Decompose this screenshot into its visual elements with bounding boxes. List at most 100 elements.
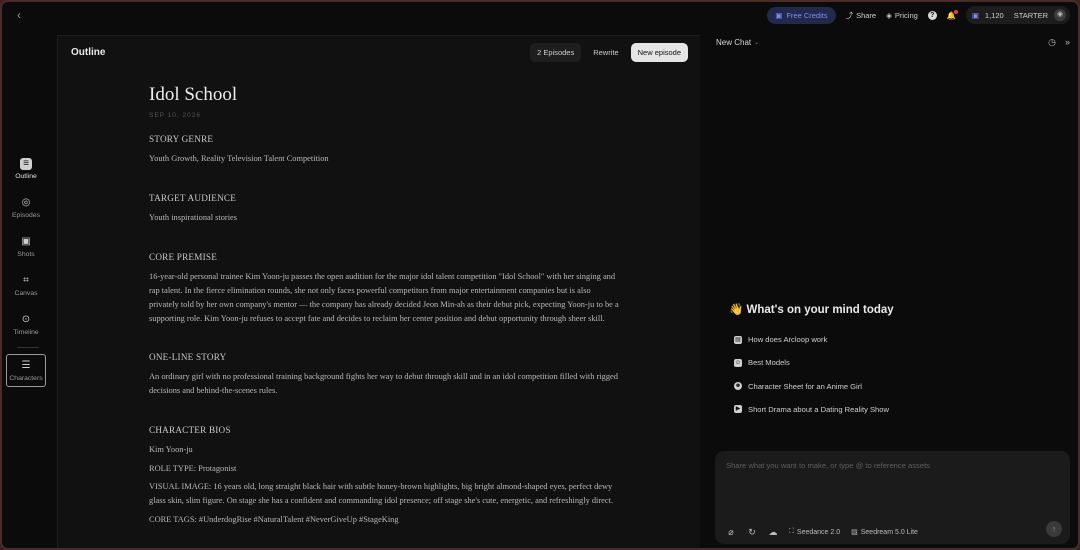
document-actions: 2 Episodes Rewrite New episode bbox=[530, 43, 688, 62]
chat-title-dropdown[interactable]: New Chat ⌄ bbox=[716, 38, 759, 47]
top-bar-actions: ▣ Free Credits ⤴ Share ◈ Pricing ? 🔔 ▣ 1… bbox=[767, 6, 1070, 24]
cloud-icon[interactable]: ☁ bbox=[768, 527, 778, 537]
user-avatar-icon[interactable]: ◉ bbox=[1054, 9, 1066, 21]
gift-icon: ▣ bbox=[775, 10, 783, 20]
send-arrow-icon[interactable]: ↑ bbox=[1046, 521, 1062, 537]
sidebar-item-label: Timeline bbox=[13, 328, 39, 336]
wave-emoji-icon: 👋 bbox=[729, 304, 744, 316]
suggestion-label: Character Sheet for an Anime Girl bbox=[748, 381, 862, 391]
image-model-icon: ▨ bbox=[851, 529, 858, 536]
share-icon: ⤴ bbox=[845, 10, 854, 20]
sidebar-divider bbox=[17, 347, 39, 348]
free-credits-label: Free Credits bbox=[786, 10, 828, 20]
collapse-panel-icon[interactable]: » bbox=[1065, 37, 1070, 48]
greeting-text: What's on your mind today bbox=[746, 304, 894, 316]
episodes-count-button[interactable]: 2 Episodes bbox=[530, 43, 582, 62]
image-model-selector[interactable]: ▨ Seedream 5.0 Lite bbox=[851, 528, 918, 537]
sidebar-item-outline[interactable]: ≡ Outline bbox=[6, 152, 46, 185]
suggestion-item[interactable]: ☺ Best Models bbox=[734, 357, 889, 368]
app-window: ‹ ▣ Free Credits ⤴ Share ◈ Pricing ? 🔔 ▣… bbox=[0, 0, 1080, 550]
section-one-line-story: ONE-LINE STORY An ordinary girl with no … bbox=[149, 352, 621, 398]
share-label: Share bbox=[856, 10, 877, 20]
chat-input[interactable] bbox=[726, 461, 1056, 491]
sidebar-item-timeline[interactable]: ⊙ Timeline bbox=[6, 308, 46, 341]
characters-icon: ☰ bbox=[21, 359, 31, 371]
chat-panel: New Chat ⌄ ◷ » 👋 What's on your mind tod… bbox=[701, 28, 1078, 548]
character-tags: CORE TAGS: #UnderdogRise #NaturalTalent … bbox=[149, 514, 399, 524]
attach-paperclip-icon[interactable]: ⌀ bbox=[726, 527, 736, 537]
sidebar-item-label: Outline bbox=[15, 172, 37, 180]
suggestion-label: Short Drama about a Dating Reality Show bbox=[748, 404, 889, 414]
refresh-icon[interactable]: ↻ bbox=[747, 527, 757, 537]
section-text: Youth Growth, Reality Television Talent … bbox=[149, 154, 329, 163]
section-audience: TARGET AUDIENCE Youth inspirational stor… bbox=[149, 193, 621, 225]
timeline-icon: ⊙ bbox=[21, 313, 31, 325]
pricing-icon: ◈ bbox=[886, 10, 892, 20]
section-text: Youth inspirational stories bbox=[149, 212, 238, 222]
greeting-heading: 👋 What's on your mind today bbox=[729, 302, 894, 316]
story-date: SEP 10, 2026 bbox=[149, 112, 201, 119]
video-model-label: Seedance 2.0 bbox=[796, 528, 841, 536]
sidebar-item-episodes[interactable]: ◎ Episodes bbox=[6, 191, 46, 224]
document-body: Idol School SEP 10, 2026 STORY GENRE You… bbox=[149, 84, 621, 548]
character-visual: VISUAL IMAGE: 16 years old, long straigh… bbox=[149, 482, 614, 506]
account-menu[interactable]: ▣ 1,120 STARTER ◉ bbox=[965, 6, 1070, 24]
top-bar: ‹ ▣ Free Credits ⤴ Share ◈ Pricing ? 🔔 ▣… bbox=[2, 2, 1078, 28]
outline-document-panel: Outline 2 Episodes Rewrite New episode I… bbox=[57, 35, 700, 548]
section-heading: CORE PREMISE bbox=[149, 251, 217, 262]
section-heading: TARGET AUDIENCE bbox=[149, 192, 237, 203]
section-heading: ONE-LINE STORY bbox=[149, 352, 227, 363]
composer-toolbar: ⌀ ↻ ☁ ⛶ Seedance 2.0 ▨ Seedream 5.0 Lite bbox=[726, 527, 918, 537]
credit-count: 1,120 bbox=[984, 10, 1004, 20]
suggestion-list: ▤ How does Arcloop work ☺ Best Models ☻ … bbox=[734, 334, 889, 427]
back-arrow-icon[interactable]: ‹ bbox=[12, 8, 26, 22]
chat-composer: ⌀ ↻ ☁ ⛶ Seedance 2.0 ▨ Seedream 5.0 Lite… bbox=[715, 451, 1070, 544]
notification-bell-icon[interactable]: 🔔 bbox=[947, 9, 958, 20]
suggestion-item[interactable]: ▤ How does Arcloop work bbox=[734, 334, 889, 345]
left-sidebar: ≡ Outline ◎ Episodes ▣ Shots ⌗ Canvas ⊙ … bbox=[6, 152, 50, 393]
sidebar-item-shots[interactable]: ▣ Shots bbox=[6, 230, 46, 263]
episodes-icon: ◎ bbox=[21, 196, 31, 208]
shots-icon: ▣ bbox=[21, 235, 31, 247]
help-icon[interactable]: ? bbox=[927, 10, 937, 20]
video-icon: ▶ bbox=[734, 405, 742, 414]
sidebar-item-canvas[interactable]: ⌗ Canvas bbox=[6, 269, 46, 302]
panel-title: Outline bbox=[71, 47, 106, 58]
story-title: Idol School bbox=[149, 84, 238, 105]
sidebar-item-label: Episodes bbox=[12, 211, 40, 219]
character-role: ROLE TYPE: Protagonist bbox=[149, 463, 237, 473]
suggestion-label: Best Models bbox=[748, 358, 790, 368]
character-name: Kim Yoon-ju bbox=[149, 445, 193, 455]
credit-coin-icon: ▣ bbox=[971, 10, 979, 20]
suggestion-item[interactable]: ☻ Character Sheet for an Anime Girl bbox=[734, 381, 889, 392]
pricing-button[interactable]: ◈ Pricing bbox=[886, 11, 918, 20]
chat-history-icon[interactable]: ◷ bbox=[1048, 37, 1056, 48]
section-premise: CORE PREMISE 16-year-old personal traine… bbox=[149, 252, 621, 326]
chat-title: New Chat bbox=[716, 38, 752, 47]
share-button[interactable]: ⤴ Share bbox=[846, 10, 877, 21]
canvas-icon: ⌗ bbox=[23, 274, 29, 286]
chevron-down-icon: ⌄ bbox=[754, 40, 760, 46]
document-icon: ≡ bbox=[20, 157, 32, 170]
book-icon: ▤ bbox=[734, 335, 742, 344]
image-model-label: Seedream 5.0 Lite bbox=[860, 528, 918, 536]
sidebar-item-characters[interactable]: ☰ Characters bbox=[6, 354, 46, 387]
suggestion-label: How does Arcloop work bbox=[748, 335, 828, 344]
video-model-icon: ⛶ bbox=[789, 528, 794, 535]
rewrite-button[interactable]: Rewrite bbox=[586, 43, 625, 62]
document-header: Outline 2 Episodes Rewrite New episode bbox=[58, 36, 700, 70]
section-heading: STORY GENRE bbox=[149, 134, 214, 144]
section-heading: CHARACTER BIOS bbox=[149, 425, 231, 436]
suggestion-item[interactable]: ▶ Short Drama about a Dating Reality Sho… bbox=[734, 404, 889, 415]
sidebar-item-label: Canvas bbox=[14, 289, 38, 297]
pricing-label: Pricing bbox=[894, 10, 918, 20]
chat-header-actions: ◷ » bbox=[1048, 37, 1070, 48]
new-episode-button[interactable]: New episode bbox=[630, 43, 688, 62]
video-model-selector[interactable]: ⛶ Seedance 2.0 bbox=[789, 528, 840, 536]
face-icon: ☻ bbox=[734, 382, 742, 391]
section-character-bios: CHARACTER BIOS Kim Yoon-ju ROLE TYPE: Pr… bbox=[149, 425, 621, 527]
free-credits-button[interactable]: ▣ Free Credits bbox=[767, 6, 836, 24]
sidebar-item-label: Characters bbox=[9, 374, 43, 382]
sidebar-item-label: Shots bbox=[17, 250, 35, 258]
section-text: An ordinary girl with no professional tr… bbox=[149, 372, 618, 396]
